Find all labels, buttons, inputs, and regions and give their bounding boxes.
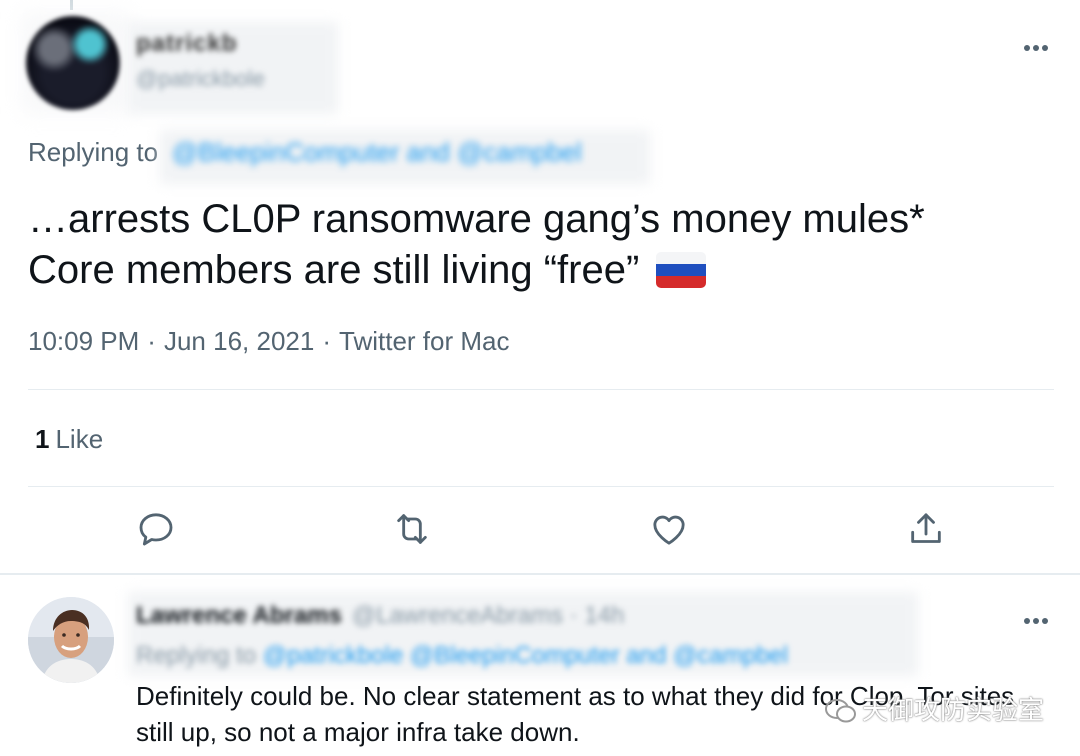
reply-author-handle[interactable]: @LawrenceAbrams · 14h [352,602,624,629]
divider [28,389,1054,390]
likes-count[interactable]: 1 Like [35,424,103,455]
russia-flag-icon [656,252,707,288]
reply-replying: Replying to @patrickbole @BleepinCompute… [136,642,788,670]
watermark: 天御攻防实验室 [824,690,1044,731]
divider [28,486,1054,487]
reply-author-name[interactable]: Lawrence Abrams [136,602,342,629]
share-icon[interactable] [906,509,946,549]
tweet-text: …arrests CL0P ransomware gang’s money mu… [28,194,1058,296]
comment-icon[interactable] [136,509,176,549]
like-count-label: Like [55,424,104,454]
tweet-date[interactable]: Jun 16, 2021 [164,326,314,356]
author-handle[interactable]: @patrickbole [136,66,265,92]
section-divider [0,573,1080,575]
meta-separator: · [147,326,156,356]
meta-separator: · [322,326,331,356]
author-avatar[interactable] [26,16,120,110]
tweet-text-line1: …arrests CL0P ransomware gang’s money mu… [28,197,925,241]
reply-header: Lawrence Abrams @LawrenceAbrams · 14h [136,602,624,630]
tweet-text-line2: Core members are still living “free” [28,248,640,292]
tweet-time[interactable]: 10:09 PM [28,326,139,356]
reply-replying-label: Replying to [136,642,257,669]
tweet-meta: 10:09 PM · Jun 16, 2021 · Twitter for Mac [28,326,509,357]
heart-icon[interactable] [649,509,689,549]
like-count-number: 1 [35,424,50,454]
reply-more-options-icon[interactable] [1024,611,1054,624]
author-name[interactable]: patrickb [136,30,237,58]
replying-to-links[interactable]: @BleepinComputer and @campbel [172,137,582,168]
reply-replying-links[interactable]: @patrickbole @BleepinComputer and @campb… [263,642,788,669]
replying-label: Replying to [28,137,159,167]
thread-line [70,0,73,10]
more-options-icon[interactable] [1024,38,1054,51]
retweet-icon[interactable] [392,509,432,549]
reply-author-avatar[interactable] [28,597,114,683]
watermark-text: 天御攻防实验室 [861,696,1044,726]
wechat-icon [824,698,858,731]
tweet-source[interactable]: Twitter for Mac [339,326,509,356]
tweet-text-line2-wrap: Core members are still living “free” [28,245,1058,296]
